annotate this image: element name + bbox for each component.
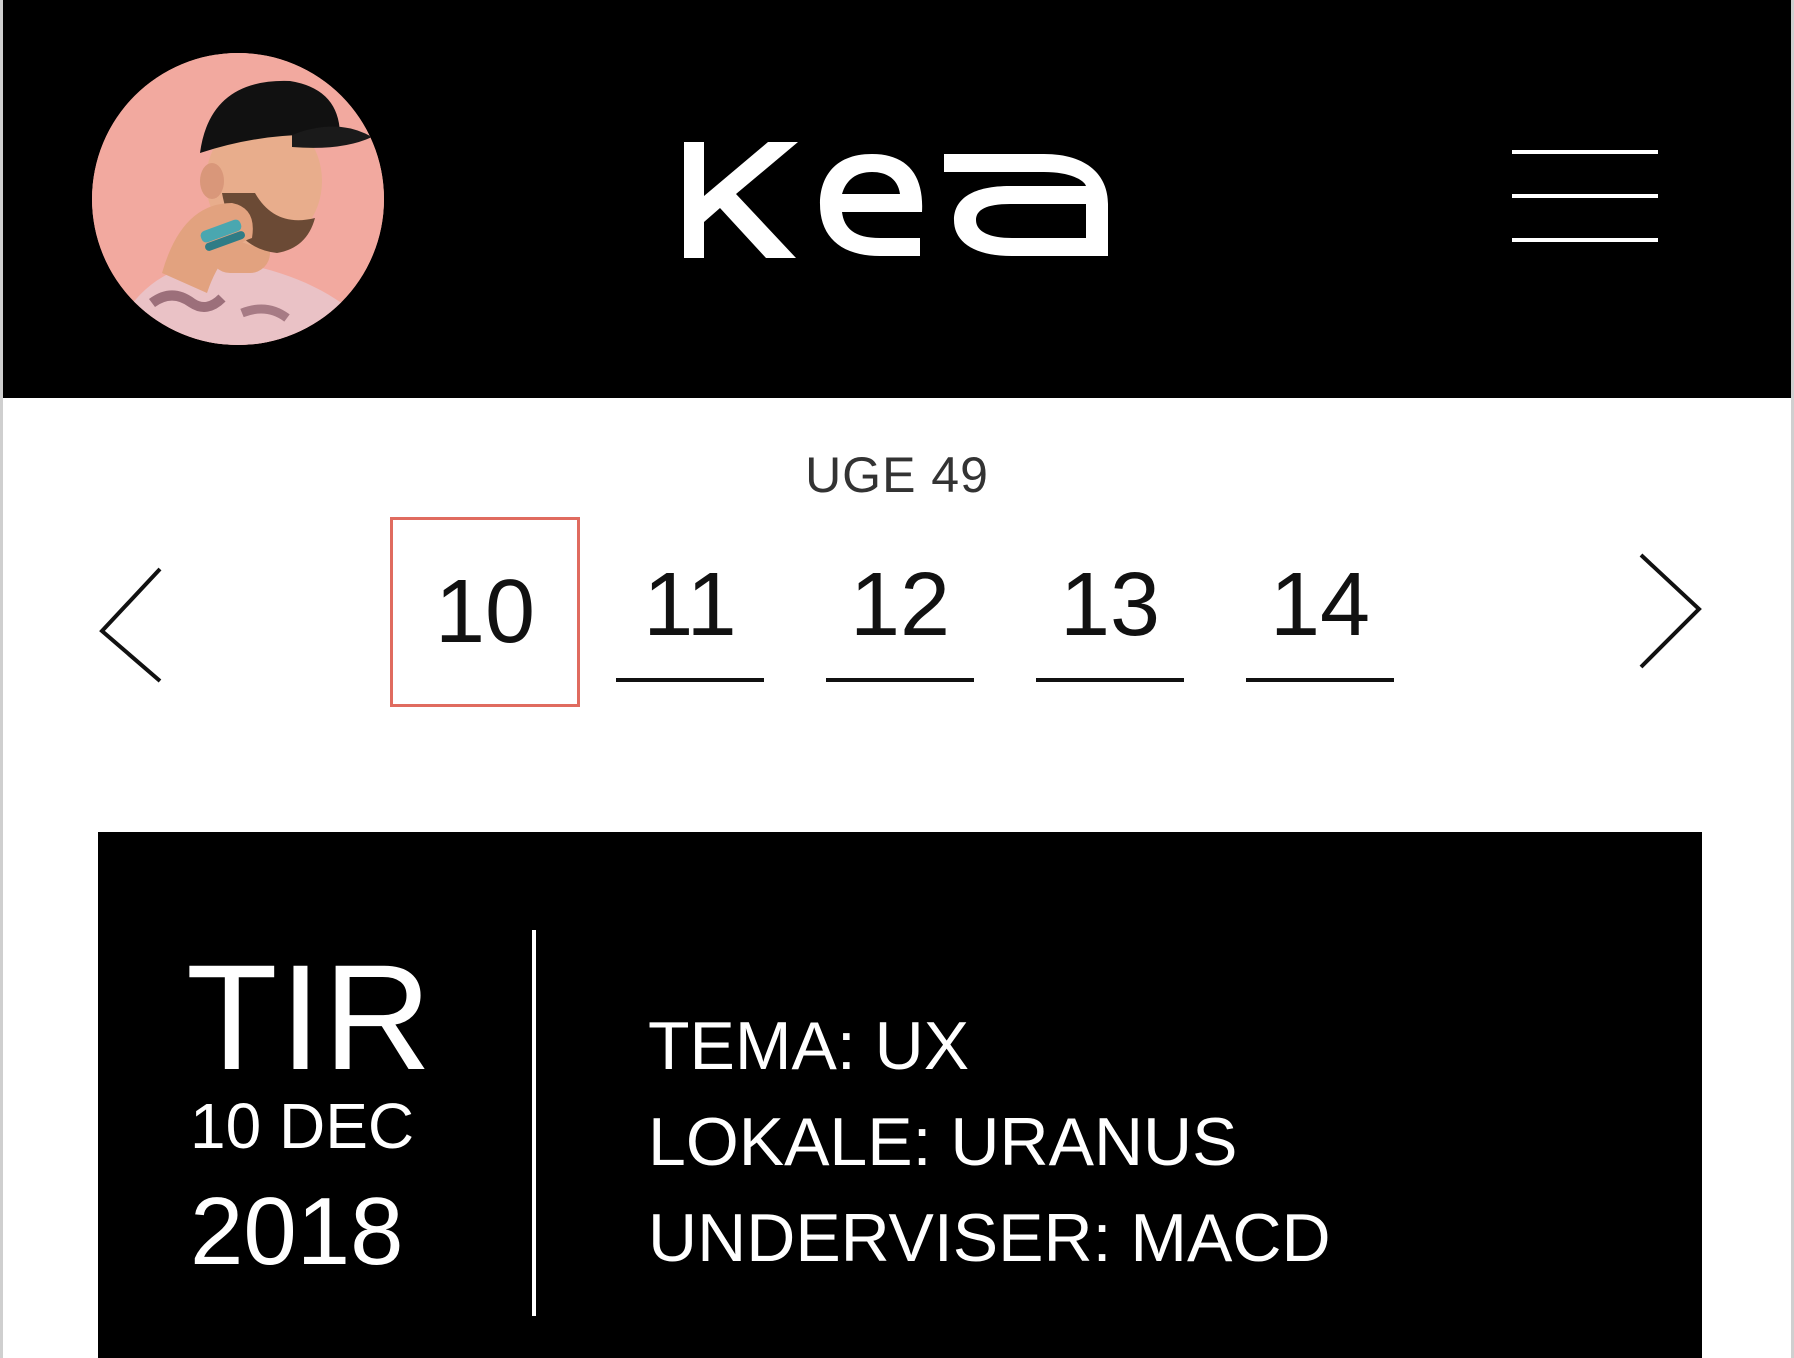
top-header bbox=[0, 0, 1794, 398]
kea-logo bbox=[684, 142, 1108, 258]
app-frame: UGE 49 10 11 12 13 14 TIR 10 DEC 2018 TE… bbox=[0, 0, 1794, 1358]
card-weekday: TIR bbox=[186, 933, 434, 1101]
left-border bbox=[0, 0, 3, 1358]
card-teacher: UNDERVISER: MACD bbox=[648, 1200, 1331, 1276]
week-label: UGE 49 bbox=[805, 447, 989, 503]
day-14[interactable]: 14 bbox=[1246, 520, 1394, 690]
day-12[interactable]: 12 bbox=[826, 520, 974, 690]
card-theme: TEMA: UX bbox=[648, 1008, 970, 1084]
card-year: 2018 bbox=[190, 1178, 404, 1285]
profile-avatar[interactable] bbox=[92, 53, 384, 345]
day-11[interactable]: 11 bbox=[616, 520, 764, 690]
day-13[interactable]: 13 bbox=[1036, 520, 1184, 690]
next-week-button[interactable] bbox=[1625, 545, 1715, 685]
chevron-left-icon bbox=[99, 567, 162, 683]
profile-photo bbox=[92, 53, 384, 345]
hamburger-menu-button[interactable] bbox=[1510, 148, 1660, 246]
chevron-right-icon bbox=[1639, 553, 1702, 669]
card-divider bbox=[532, 930, 536, 1316]
prev-week-button[interactable] bbox=[80, 545, 170, 685]
schedule-card[interactable]: TIR 10 DEC 2018 TEMA: UX LOKALE: URANUS … bbox=[98, 832, 1702, 1358]
card-date: 10 DEC bbox=[190, 1090, 415, 1162]
day-10[interactable]: 10 bbox=[390, 517, 580, 707]
card-room: LOKALE: URANUS bbox=[648, 1104, 1238, 1180]
card-details: TEMA: UX LOKALE: URANUS UNDERVISER: MACD bbox=[648, 998, 1331, 1286]
